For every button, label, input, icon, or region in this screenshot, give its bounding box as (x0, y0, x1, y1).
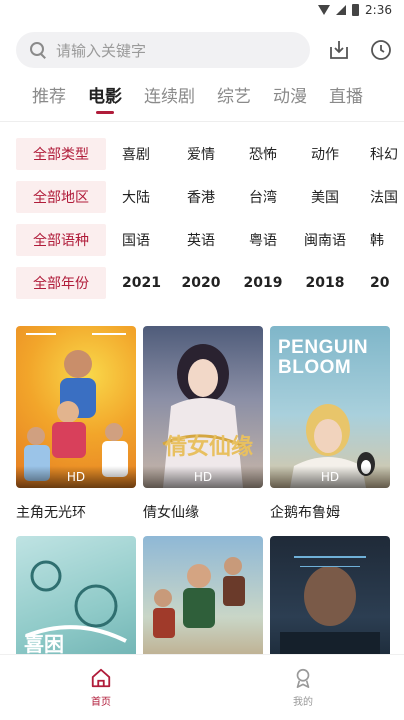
poster-art (290, 404, 375, 488)
history-button[interactable] (368, 37, 394, 63)
poster-art: 倩女仙缘 (162, 344, 253, 488)
filter-option[interactable]: 闽南语 (294, 230, 356, 250)
filter-chip-all-genres[interactable]: 全部类型 (16, 138, 106, 170)
filter-option[interactable]: 20 (370, 275, 404, 291)
search-row: 请输入关键字 (16, 32, 396, 68)
filter-row-year: 全部年份 2021 2020 2019 2018 20 (16, 267, 404, 299)
movie-card[interactable]: HD (16, 326, 136, 488)
movie-title[interactable]: 主角无光环 (16, 502, 146, 522)
movie-card[interactable]: 倩女仙缘 HD (143, 326, 263, 488)
profile-icon (296, 668, 310, 688)
poster-art (24, 333, 128, 481)
filter-row-genre: 全部类型 喜剧 爱情 恐怖 动作 科幻 (16, 138, 404, 170)
nav-profile-label: 我的 (293, 697, 313, 708)
tab-live[interactable]: 直播 (329, 84, 363, 114)
hd-badge: HD (143, 466, 263, 488)
movie-title[interactable]: 企鹅布鲁姆 (270, 502, 400, 522)
filter-option[interactable]: 2021 (122, 275, 170, 291)
filter-option[interactable]: 法国 (370, 187, 404, 207)
svg-text:喜困: 喜困 (24, 632, 64, 656)
svg-text:倩女仙缘: 倩女仙缘 (164, 434, 253, 460)
filter-option[interactable]: 恐怖 (232, 144, 294, 164)
filter-option[interactable]: 科幻 (370, 144, 404, 164)
divider (0, 121, 404, 122)
nav-profile[interactable]: 我的 (202, 655, 404, 720)
status-bar: 2:36 (0, 0, 404, 20)
movie-poster: 倩女仙缘 HD (143, 326, 263, 488)
filter-option[interactable]: 英语 (170, 230, 232, 250)
hd-badge: HD (270, 466, 390, 488)
filter-chip-all-years[interactable]: 全部年份 (16, 267, 106, 299)
filter-option[interactable]: 台湾 (232, 187, 294, 207)
search-input[interactable]: 请输入关键字 (16, 32, 310, 68)
signal-icon (336, 5, 347, 15)
filter-option[interactable]: 美国 (294, 187, 356, 207)
movie-card[interactable]: PENGUIN BLOOM HD (270, 326, 390, 488)
filter-option[interactable]: 2020 (170, 275, 232, 291)
nav-home[interactable]: 首页 (0, 655, 202, 720)
movie-poster: PENGUIN BLOOM HD (270, 326, 390, 488)
category-tabs: 推荐 电影 连续剧 综艺 动漫 直播 (32, 84, 363, 114)
tab-series[interactable]: 连续剧 (144, 84, 195, 114)
filter-option[interactable]: 香港 (170, 187, 232, 207)
filter-option[interactable]: 国语 (122, 230, 170, 250)
hd-badge: HD (16, 466, 136, 488)
download-button[interactable] (326, 37, 352, 63)
tab-variety[interactable]: 综艺 (217, 84, 251, 114)
filter-chip-all-languages[interactable]: 全部语种 (16, 224, 106, 256)
filter-option[interactable]: 2019 (232, 275, 294, 291)
filter-row-region: 全部地区 大陆 香港 台湾 美国 法国 (16, 181, 404, 213)
home-icon (91, 668, 111, 688)
status-time: 2:36 (365, 3, 392, 17)
tab-recommend[interactable]: 推荐 (32, 84, 66, 114)
search-icon (30, 42, 46, 58)
wifi-icon (318, 5, 331, 15)
filter-option[interactable]: 爱情 (170, 144, 232, 164)
filter-option[interactable]: 粤语 (232, 230, 294, 250)
movie-title[interactable]: 倩女仙缘 (143, 502, 273, 522)
tab-movies[interactable]: 电影 (88, 84, 122, 114)
download-icon (330, 41, 348, 59)
movie-poster: HD (16, 326, 136, 488)
filter-option[interactable]: 动作 (294, 144, 356, 164)
battery-icon (352, 4, 360, 16)
tab-anime[interactable]: 动漫 (273, 84, 307, 114)
bottom-nav: 首页 我的 (0, 654, 404, 720)
search-placeholder: 请输入关键字 (56, 41, 147, 60)
filter-option[interactable]: 喜剧 (122, 144, 170, 164)
nav-home-label: 首页 (91, 697, 111, 708)
filter-chip-all-regions[interactable]: 全部地区 (16, 181, 106, 213)
filter-option[interactable]: 韩 (370, 230, 404, 250)
filter-option[interactable]: 大陆 (122, 187, 170, 207)
clock-icon (371, 40, 391, 60)
filter-option[interactable]: 2018 (294, 275, 356, 291)
filter-row-language: 全部语种 国语 英语 粤语 闽南语 韩 (16, 224, 404, 256)
